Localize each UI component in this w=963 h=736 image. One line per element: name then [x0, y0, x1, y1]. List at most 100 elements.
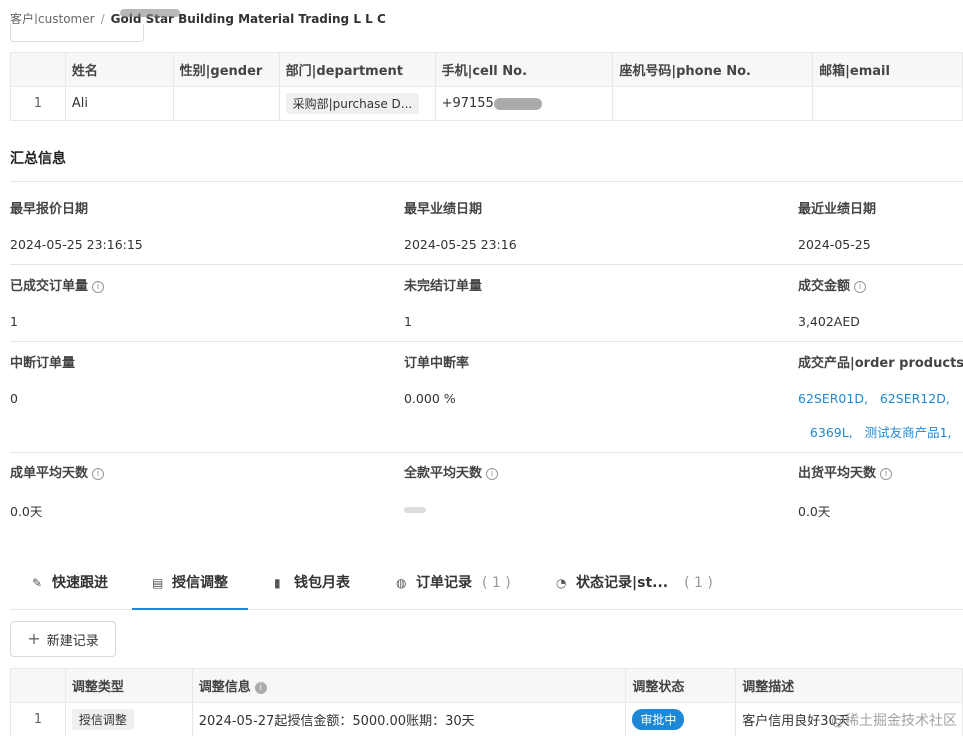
row-index: 1	[10, 702, 66, 736]
stat-open-orders: 未完结订单量 1	[404, 275, 482, 329]
stat-label: 最近业绩日期	[798, 202, 877, 217]
stat-value: 1	[404, 314, 412, 329]
stat-label: 出货平均天数	[798, 466, 877, 481]
stat-value: 2024-05-25 23:16	[404, 237, 517, 252]
summary-divider	[10, 181, 963, 182]
credit-col-status: 调整状态	[625, 668, 737, 703]
contact-phone	[612, 86, 814, 121]
credit-type-cell: 授信调整	[64, 702, 193, 736]
credit-info: 2024-05-27起授信金额：5000.00账期：30天	[191, 702, 627, 736]
table-row[interactable]: 1 授信调整 2024-05-27起授信金额：5000.00账期：30天 审批中…	[10, 702, 963, 736]
tab-label: 快速跟进	[52, 575, 108, 591]
info-icon[interactable]: i	[254, 682, 267, 694]
tab-credit-adjustment[interactable]: ▤ 授信调整	[132, 566, 248, 610]
credit-col-desc: 调整描述	[735, 668, 963, 703]
stat-value-redacted	[404, 501, 498, 516]
tab-label: 钱包月表	[294, 575, 350, 591]
stat-label: 成交金额	[798, 279, 851, 294]
new-record-button[interactable]: + 新建记录	[10, 621, 116, 657]
stat-value: 1	[10, 314, 18, 329]
info-icon[interactable]: i	[880, 468, 893, 480]
contacts-col-index	[10, 52, 66, 87]
phone-redaction	[493, 97, 542, 110]
watermark: @稀土掘金技术社区	[831, 713, 957, 729]
credit-col-type: 调整类型	[64, 668, 193, 703]
stat-label: 订单中断率	[404, 356, 470, 371]
stat-label: 中断订单量	[10, 356, 76, 371]
info-icon[interactable]: i	[92, 468, 105, 480]
credit-status-cell: 审批中	[625, 702, 737, 736]
contacts-col-email: 邮箱|email	[812, 52, 963, 87]
stat-value: 3,402AED	[798, 314, 860, 329]
stat-interruption-rate: 订单中断率 0.000 %	[404, 352, 469, 406]
tab-count: ( 1 )	[482, 575, 511, 591]
credit-type-tag: 授信调整	[71, 709, 134, 730]
product-links: 62SER01D, 62SER12D, 6369L, 测试友商产品1,	[798, 382, 963, 450]
row-divider	[10, 341, 963, 342]
tab-wallet-monthly[interactable]: ▮ 钱包月表	[274, 566, 350, 610]
edit-icon: ✎	[32, 576, 43, 590]
redaction-mark	[120, 9, 180, 17]
product-link[interactable]: 6369L,	[810, 425, 853, 440]
contact-department-cell: 采购部|purchase D...	[278, 86, 436, 121]
stat-avg-order-days: 成单平均天数 i 0.0天	[10, 462, 105, 520]
info-icon[interactable]: i	[486, 468, 499, 480]
stat-latest-performance: 最近业绩日期 2024-05-25	[798, 198, 876, 252]
stat-label: 未完结订单量	[404, 279, 483, 294]
row-index: 1	[10, 86, 66, 121]
tab-count: ( 1 )	[684, 575, 713, 591]
stat-earliest-performance: 最早业绩日期 2024-05-25 23:16	[404, 198, 517, 252]
summary-title: 汇总信息	[10, 151, 66, 167]
stat-value: 0.000 %	[404, 391, 456, 406]
record-tabs: ✎ 快速跟进 ▤ 授信调整 ▮ 钱包月表 ◍ 订单记录 ( 1 ) ◔ 状态记录|st...…	[10, 566, 963, 610]
tab-status-records[interactable]: ◔ 状态记录|st... ( 1 )	[556, 566, 713, 610]
bar-chart-icon: ▮	[274, 576, 281, 590]
info-icon[interactable]: i	[92, 281, 105, 293]
plus-icon: +	[27, 629, 41, 648]
credit-col-info: 调整信息	[198, 680, 251, 695]
product-link[interactable]: 62SER12D,	[880, 391, 950, 406]
contacts-col-gender: 性别|gender	[172, 52, 280, 87]
contacts-header-row: 姓名 性别|gender 部门|department 手机|cell No. 座…	[10, 52, 963, 87]
stat-label: 已成交订单量	[10, 279, 89, 294]
tab-label: 授信调整	[172, 575, 228, 591]
contact-name: Ali	[64, 86, 174, 121]
contacts-col-cell: 手机|cell No.	[434, 52, 614, 87]
stat-order-products: 成交产品|order productsi 62SER01D, 62SER12D,…	[798, 352, 963, 450]
credit-col-index	[10, 668, 66, 703]
stat-label: 最早报价日期	[10, 202, 89, 217]
stat-label: 全款平均天数	[404, 466, 483, 481]
contact-email	[812, 86, 963, 121]
stat-label: 最早业绩日期	[404, 202, 483, 217]
tab-label: 状态记录|st...	[576, 575, 669, 591]
contacts-col-phone: 座机号码|phone No.	[612, 52, 814, 87]
stat-value: 0	[10, 391, 18, 406]
contact-cell-cell: +97155	[434, 86, 614, 121]
document-icon: ▤	[152, 576, 164, 590]
department-tag: 采购部|purchase D...	[285, 93, 420, 114]
row-divider	[10, 452, 963, 453]
contacts-col-name: 姓名	[64, 52, 174, 87]
info-icon[interactable]: i	[854, 281, 867, 293]
stat-avg-full-payment-days: 全款平均天数 i	[404, 462, 499, 516]
contacts-col-department: 部门|department	[278, 52, 436, 87]
credit-col-info-cell: 调整信息 i	[191, 668, 627, 703]
status-badge: 审批中	[632, 709, 685, 730]
product-link[interactable]: 测试友商产品1,	[865, 425, 952, 440]
stat-value: 2024-05-25 23:16:15	[10, 237, 143, 252]
globe-icon: ◍	[396, 576, 407, 590]
tab-order-records[interactable]: ◍ 订单记录 ( 1 )	[396, 566, 511, 610]
credit-header-row: 调整类型 调整信息 i 调整状态 调整描述	[10, 668, 963, 703]
credit-table: 调整类型 调整信息 i 调整状态 调整描述 1 授信调整 2024-05-27起授…	[10, 668, 963, 736]
stat-avg-shipping-days: 出货平均天数 i 0.0天	[798, 462, 893, 520]
stat-earliest-quote: 最早报价日期 2024-05-25 23:16:15	[10, 198, 143, 252]
table-row[interactable]: 1 Ali 采购部|purchase D... +97155	[10, 86, 963, 121]
tab-label: 订单记录	[416, 575, 472, 591]
row-divider	[10, 264, 963, 265]
contact-cell: +97155	[441, 96, 494, 111]
tab-quick-followup[interactable]: ✎ 快速跟进	[32, 566, 108, 610]
product-link[interactable]: 62SER01D,	[798, 391, 868, 406]
new-record-label: 新建记录	[46, 633, 99, 649]
stat-label: 成交产品|order products	[798, 356, 963, 371]
top-button-stub[interactable]	[10, 24, 144, 42]
